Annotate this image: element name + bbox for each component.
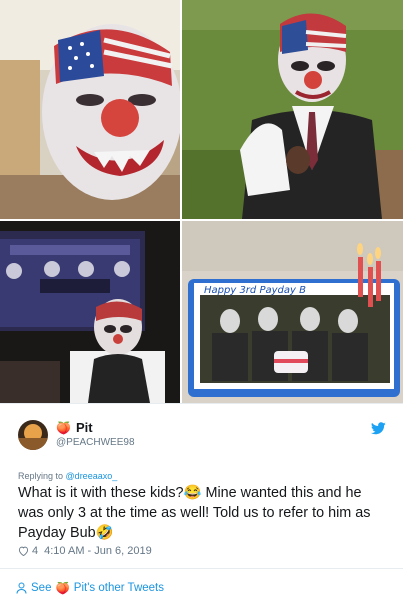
see-other-tweets-link[interactable]: See 🍑 Pit's other Tweets: [16, 581, 164, 595]
timestamp[interactable]: 4:10 AM - Jun 6, 2019: [44, 545, 152, 557]
reply-context: Replying to @dreeaaxo_: [18, 471, 117, 481]
see-suffix: Pit's other Tweets: [73, 582, 164, 594]
photo-kid-in-suit[interactable]: [182, 0, 403, 219]
photo-grid: Happy 3rd Payday B: [0, 0, 403, 403]
tweet-meta: 4 4:10 AM - Jun 6, 2019: [18, 545, 152, 557]
cake-writing: Happy 3rd Payday B: [204, 285, 306, 296]
person-icon: [16, 582, 27, 594]
reply-to-link[interactable]: @dreeaaxo_: [66, 471, 118, 481]
see-prefix: See: [31, 582, 52, 594]
like-button[interactable]: 4: [18, 545, 38, 557]
reply-prefix: Replying to: [18, 471, 64, 481]
like-count: 4: [32, 545, 39, 557]
avatar[interactable]: [18, 420, 48, 450]
heart-outline-icon: [18, 546, 29, 556]
user-handle[interactable]: @PEACHWEE98: [56, 437, 135, 448]
photo-face-closeup[interactable]: [0, 0, 180, 219]
peach-icon: 🍑: [55, 583, 70, 595]
divider: [0, 568, 403, 569]
twitter-bird-icon[interactable]: [371, 422, 386, 435]
tweet-card: 🍑 Pit @PEACHWEE98 Replying to @dreeaaxo_…: [0, 403, 403, 600]
tweet-text: What is it with these kids?😂 Mine wanted…: [18, 485, 371, 541]
photo-birthday-cake[interactable]: Happy 3rd Payday B: [182, 221, 403, 403]
display-name[interactable]: Pit: [76, 420, 93, 435]
peach-icon: 🍑: [56, 420, 71, 435]
photo-kid-with-tv[interactable]: [0, 221, 180, 403]
author-name-row[interactable]: 🍑 Pit: [56, 420, 93, 435]
